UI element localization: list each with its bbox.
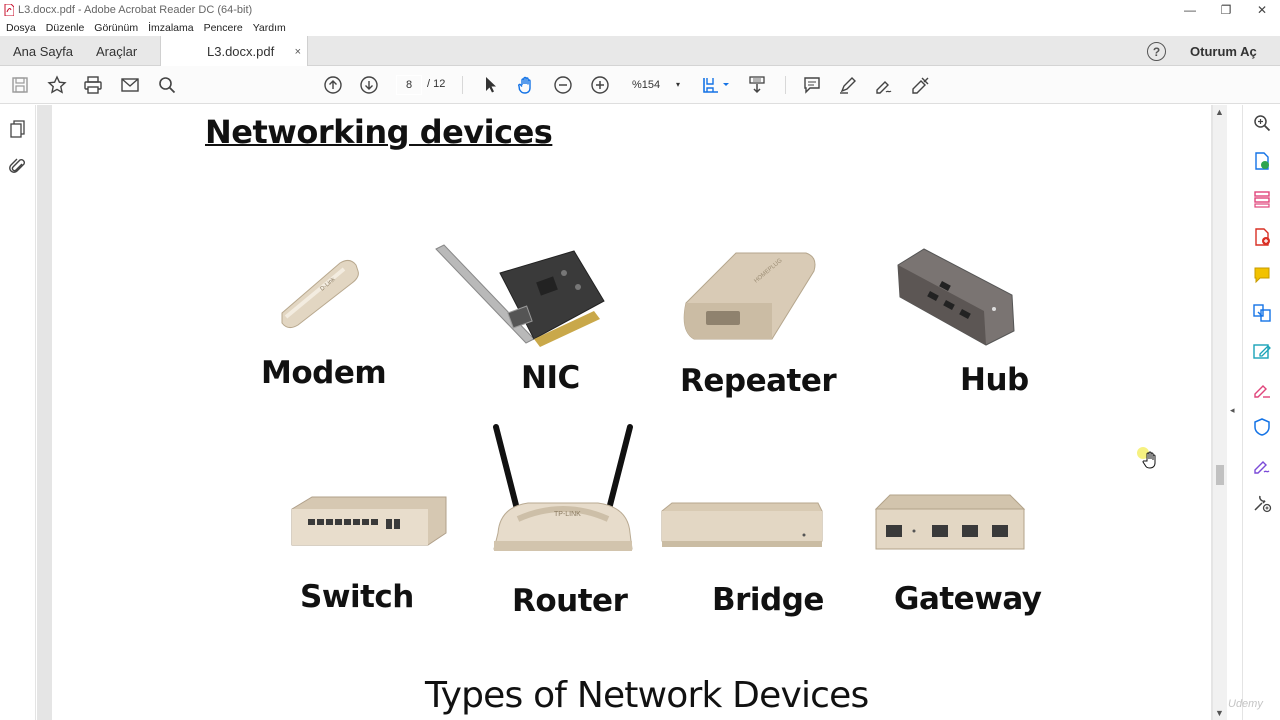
- device-label-switch: Switch: [300, 579, 414, 615]
- select-cursor-icon[interactable]: [479, 74, 501, 96]
- comment-icon[interactable]: [801, 74, 823, 96]
- page-total: / 12: [427, 78, 446, 90]
- nic-image: [435, 244, 605, 347]
- pdf-page: Networking devices D-Link HOMEPLUG Modem…: [52, 105, 1211, 720]
- right-tools-pane: [1242, 105, 1280, 720]
- hand-cursor-icon: [1137, 447, 1156, 469]
- chevron-down-icon: ▾: [675, 80, 680, 89]
- email-icon[interactable]: [119, 74, 141, 96]
- more-tools-icon[interactable]: [1252, 493, 1272, 513]
- toolbar-separator: [462, 76, 463, 94]
- scroll-up-icon[interactable]: ▲: [1215, 107, 1224, 117]
- hand-tool-icon[interactable]: [515, 74, 537, 96]
- tab-home[interactable]: Ana Sayfa: [13, 36, 73, 66]
- next-page-icon[interactable]: [358, 74, 380, 96]
- menu-bar: Dosya Düzenle Görünüm İmzalama Pencere Y…: [0, 20, 1280, 36]
- vertical-scrollbar[interactable]: ▲ ▼: [1213, 105, 1227, 720]
- router-image: TP-LINK: [493, 424, 633, 551]
- print-icon[interactable]: [82, 74, 104, 96]
- fill-sign-icon[interactable]: [910, 74, 932, 96]
- maximize-button[interactable]: ❐: [1208, 0, 1244, 20]
- zoom-out-icon[interactable]: [552, 74, 574, 96]
- page-number-input[interactable]: 8: [396, 75, 422, 95]
- gateway-image: [874, 494, 1026, 550]
- tab-tools-label: Araçlar: [96, 43, 138, 59]
- switch-image: [291, 496, 447, 546]
- add-comment-icon[interactable]: [1252, 265, 1272, 285]
- zoom-in-icon[interactable]: [589, 74, 611, 96]
- fill-and-sign-icon[interactable]: [1252, 379, 1272, 399]
- device-label-repeater: Repeater: [680, 363, 837, 399]
- request-signature-icon[interactable]: [1252, 455, 1272, 475]
- page-heading: Networking devices: [205, 113, 553, 151]
- organize-pages-icon[interactable]: [1252, 189, 1272, 209]
- close-window-button[interactable]: ✕: [1244, 0, 1280, 20]
- repeater-image: HOMEPLUG: [683, 252, 816, 340]
- device-label-bridge: Bridge: [712, 582, 824, 618]
- protect-shield-icon[interactable]: [1252, 417, 1272, 437]
- hub-image: [897, 248, 1015, 346]
- zoom-level-select[interactable]: %154 ▾: [622, 75, 686, 95]
- device-label-router: Router: [512, 583, 628, 619]
- combine-files-icon[interactable]: [1252, 303, 1272, 323]
- menu-sign[interactable]: İmzalama: [148, 22, 194, 34]
- menu-file[interactable]: Dosya: [6, 22, 36, 34]
- zoom-search-icon[interactable]: [1252, 113, 1272, 133]
- zoom-level-value: %154: [632, 79, 661, 91]
- attachments-paperclip-icon[interactable]: [8, 157, 28, 177]
- sign-in-link[interactable]: Oturum Aç: [1190, 44, 1257, 59]
- modem-image: D-Link: [281, 259, 359, 329]
- section-subheading: Types of Network Devices: [425, 675, 869, 716]
- toolbar: 8 / 12 %154 ▾: [0, 66, 1280, 104]
- toolbar-separator: [785, 76, 786, 94]
- page-thumbnails-icon[interactable]: [8, 119, 28, 139]
- udemy-watermark: Udemy: [1228, 698, 1263, 710]
- edit-pdf-icon[interactable]: [1252, 341, 1272, 361]
- previous-page-icon[interactable]: [322, 74, 344, 96]
- tab-document[interactable]: L3.docx.pdf ×: [160, 36, 308, 67]
- search-icon[interactable]: [156, 74, 178, 96]
- device-label-hub: Hub: [960, 362, 1029, 398]
- bridge-image: [661, 502, 823, 547]
- left-navigation-pane: [0, 105, 36, 720]
- collapse-right-pane-icon[interactable]: ◂: [1230, 405, 1240, 417]
- save-icon[interactable]: [9, 74, 31, 96]
- help-icon[interactable]: ?: [1147, 42, 1166, 61]
- window-title: L3.docx.pdf - Adobe Acrobat Reader DC (6…: [18, 4, 253, 16]
- title-bar: L3.docx.pdf - Adobe Acrobat Reader DC (6…: [0, 0, 1280, 20]
- tab-close-icon[interactable]: ×: [295, 46, 301, 58]
- window-controls: — ❐ ✕: [1172, 0, 1280, 20]
- export-pdf-icon[interactable]: [1252, 151, 1272, 171]
- device-label-nic: NIC: [521, 360, 580, 396]
- menu-edit[interactable]: Düzenle: [46, 22, 85, 34]
- page-fit-icon[interactable]: [700, 74, 732, 96]
- scroll-down-icon[interactable]: ▼: [1215, 708, 1224, 718]
- menu-view[interactable]: Görünüm: [94, 22, 138, 34]
- tab-bar: Ana Sayfa Araçlar L3.docx.pdf ×: [0, 36, 1280, 67]
- minimize-button[interactable]: —: [1172, 0, 1208, 20]
- menu-window[interactable]: Pencere: [204, 22, 243, 34]
- document-viewport[interactable]: Networking devices D-Link HOMEPLUG Modem…: [37, 105, 1213, 720]
- device-label-gateway: Gateway: [894, 581, 1042, 617]
- bookmark-star-icon[interactable]: [46, 74, 68, 96]
- scroll-mode-icon[interactable]: [746, 74, 768, 96]
- device-label-modem: Modem: [261, 355, 387, 391]
- highlight-pen-icon[interactable]: [837, 74, 859, 96]
- draw-sign-icon[interactable]: [873, 74, 895, 96]
- svg-text:TP-LINK: TP-LINK: [554, 511, 581, 518]
- scrollbar-thumb[interactable]: [1216, 465, 1224, 485]
- create-pdf-icon[interactable]: [1252, 227, 1272, 247]
- menu-help[interactable]: Yardım: [253, 22, 286, 34]
- tab-home-label: Ana Sayfa: [13, 43, 73, 59]
- tab-document-label: L3.docx.pdf: [207, 44, 275, 59]
- tab-tools[interactable]: Araçlar: [96, 36, 137, 66]
- acrobat-app-icon: [4, 4, 14, 16]
